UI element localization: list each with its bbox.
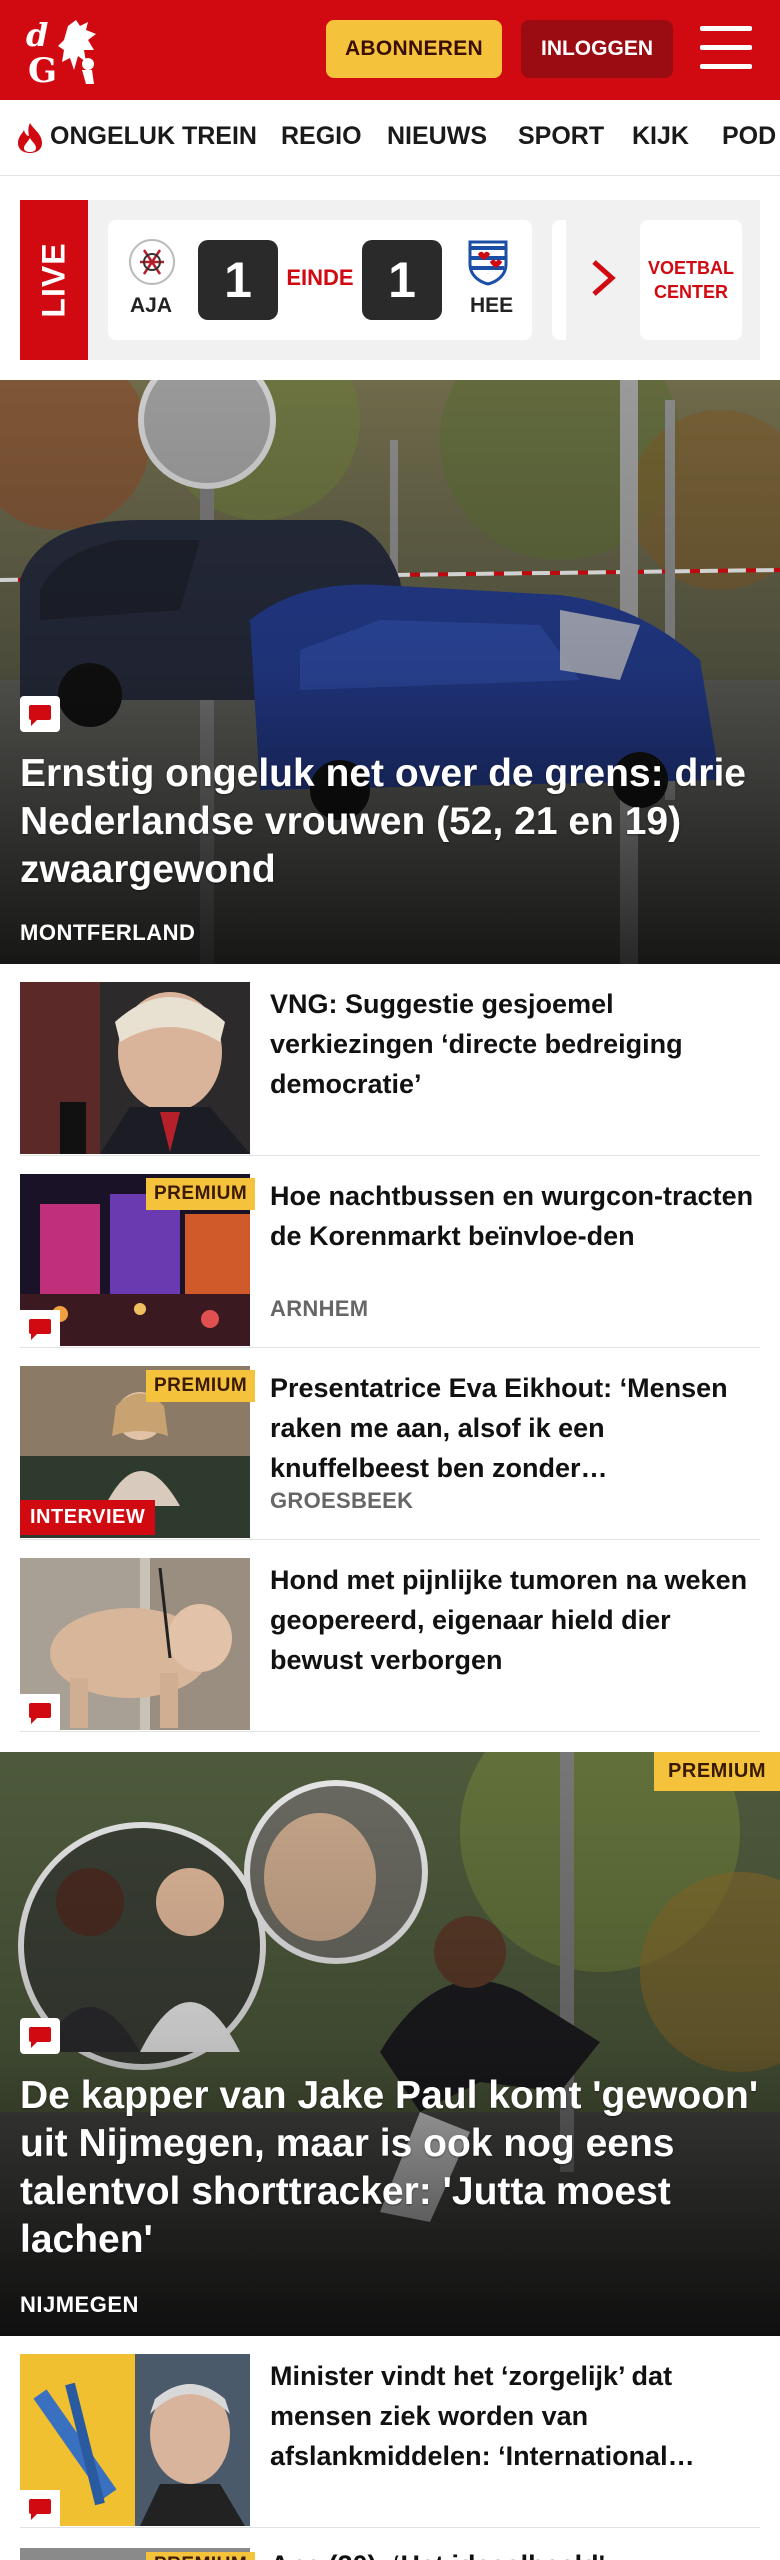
- comment-icon: [20, 2490, 60, 2526]
- hero-kicker: NIJMEGEN: [20, 2292, 139, 2317]
- article-kicker: GROESBEEK: [270, 1488, 414, 1513]
- list-item[interactable]: Minister vindt het ‘zorgelijk’ dat mense…: [20, 2336, 760, 2528]
- svg-text:G: G: [28, 51, 57, 88]
- match-card[interactable]: AJA 1 EINDE 1 HEE: [108, 220, 532, 340]
- list-item[interactable]: VNG: Suggestie gesjoemel verkiezingen ‘d…: [20, 964, 760, 1156]
- top-bar: d G ABONNEREN INLOGGEN: [0, 0, 780, 100]
- premium-badge: PREMIUM: [146, 2552, 256, 2560]
- live-tag: LIVE: [20, 200, 88, 360]
- nav-item-pod[interactable]: POD: [722, 122, 776, 151]
- list-item-partial[interactable]: PREMIUM Ana (20): ‘Het ideaalbeeld': [20, 2528, 760, 2560]
- away-score: 1: [362, 240, 442, 320]
- article-title[interactable]: Ana (20): ‘Het ideaalbeeld': [270, 2550, 605, 2560]
- nav-item-nieuws[interactable]: NIEUWS: [387, 122, 487, 151]
- heerenveen-logo-icon: [468, 240, 508, 286]
- premium-badge: PREMIUM: [146, 1370, 256, 1402]
- home-score: 1: [198, 240, 278, 320]
- hero-article-accident[interactable]: Ernstig ongeluk net over de grens: drie …: [0, 380, 780, 964]
- home-team-abbr: AJA: [130, 294, 173, 317]
- premium-badge: PREMIUM: [654, 1752, 780, 1791]
- hero-title[interactable]: De kapper van Jake Paul komt 'gewoon' ui…: [20, 2072, 760, 2264]
- comment-icon: [20, 696, 60, 732]
- match-status: EINDE: [286, 265, 354, 290]
- voetbal-center-link[interactable]: VOETBAL CENTER: [640, 220, 742, 340]
- article-kicker: ARNHEM: [270, 1296, 369, 1321]
- nav-item-kijk[interactable]: KIJK: [632, 122, 689, 151]
- premium-badge: PREMIUM: [146, 1178, 256, 1210]
- list-item[interactable]: PREMIUM INTERVIEW Presentatrice Eva Eikh…: [20, 1348, 760, 1540]
- article-title[interactable]: VNG: Suggestie gesjoemel verkiezingen ‘d…: [270, 984, 760, 1104]
- flame-icon: [18, 123, 42, 153]
- list-item[interactable]: Hond met pijnlijke tumoren na weken geop…: [20, 1540, 760, 1732]
- comment-icon: [20, 2018, 60, 2054]
- article-title[interactable]: Hond met pijnlijke tumoren na weken geop…: [270, 1560, 760, 1680]
- article-title[interactable]: Hoe nachtbussen en wurgcon-tracten de Ko…: [270, 1176, 760, 1256]
- next-match-card[interactable]: [552, 220, 566, 340]
- comment-icon: [20, 1310, 60, 1346]
- thumbnail-wilders: [20, 982, 250, 1154]
- hero-kicker: MONTFERLAND: [20, 920, 196, 945]
- chevron-right-icon[interactable]: [590, 258, 616, 298]
- live-score-bar: LIVE AJA 1 EINDE 1 HEE VOETBAL CENTER: [20, 200, 760, 360]
- comment-icon: [20, 1694, 60, 1730]
- logo[interactable]: d G: [22, 12, 114, 88]
- hero-article-shorttracker[interactable]: PREMIUM De kapper van Jake Paul komt 'ge…: [0, 1752, 780, 2336]
- nav-item-sport[interactable]: SPORT: [518, 122, 604, 151]
- hero-title[interactable]: Ernstig ongeluk net over de grens: drie …: [20, 750, 760, 894]
- ajax-logo-icon: [129, 239, 175, 285]
- article-title[interactable]: Minister vindt het ‘zorgelijk’ dat mense…: [270, 2356, 760, 2476]
- nav-item-ongeluk-trein[interactable]: ONGELUK TREIN: [50, 122, 257, 151]
- subscribe-button[interactable]: ABONNEREN: [326, 20, 502, 78]
- article-title[interactable]: Presentatrice Eva Eikhout: ‘Mensen raken…: [270, 1368, 760, 1488]
- svg-text:d: d: [26, 16, 48, 54]
- interview-label: INTERVIEW: [20, 1500, 156, 1535]
- list-item[interactable]: PREMIUM Hoe nachtbussen en wurgcon-tract…: [20, 1156, 760, 1348]
- login-button[interactable]: INLOGGEN: [521, 20, 673, 78]
- away-team-abbr: HEE: [470, 294, 514, 317]
- section-nav: ONGELUK TREIN REGIO NIEUWS SPORT KIJK PO…: [0, 100, 780, 176]
- nav-item-regio[interactable]: REGIO: [281, 122, 362, 151]
- menu-icon[interactable]: [700, 26, 752, 70]
